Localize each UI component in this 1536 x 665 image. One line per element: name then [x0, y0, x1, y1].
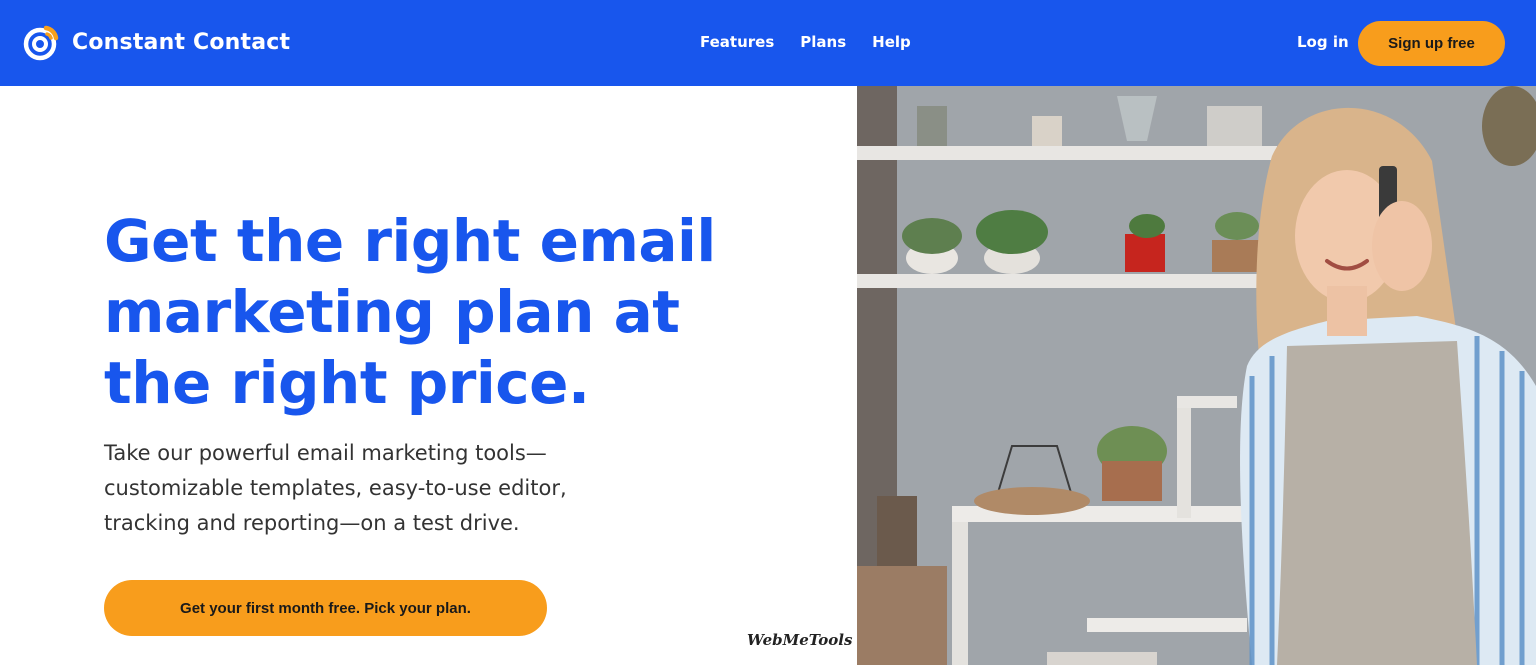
main-nav: Features Plans Help [700, 33, 911, 51]
watermark-text: WebMeTools [747, 631, 853, 649]
hero-title-line: Get the right email [104, 207, 716, 275]
hero-description-line: customizable templates, easy-to-use edit… [104, 476, 567, 500]
constant-contact-logo-icon [23, 25, 59, 61]
nav-link-help[interactable]: Help [872, 33, 911, 51]
nav-link-plans[interactable]: Plans [800, 33, 846, 51]
hero-description-line: tracking and reporting—on a test drive. [104, 511, 520, 535]
hero-title-line: marketing plan at [104, 278, 680, 346]
hero-description-line: Take our powerful email marketing tools— [104, 441, 547, 465]
hero-photo-illustration [857, 86, 1536, 665]
signup-button[interactable]: Sign up free [1358, 21, 1505, 66]
hero-photo [857, 86, 1536, 665]
login-link[interactable]: Log in [1297, 33, 1349, 51]
hero-title-line: the right price. [104, 349, 590, 417]
hero-title: Get the right email marketing plan at th… [104, 206, 804, 419]
hero-description: Take our powerful email marketing tools—… [104, 436, 664, 541]
nav-link-features[interactable]: Features [700, 33, 774, 51]
brand-link[interactable]: Constant Contact [22, 22, 290, 62]
top-navigation-bar: Constant Contact Features Plans Help Log… [0, 0, 1536, 86]
pick-plan-button[interactable]: Get your first month free. Pick your pla… [104, 580, 547, 636]
brand-name: Constant Contact [72, 29, 291, 55]
